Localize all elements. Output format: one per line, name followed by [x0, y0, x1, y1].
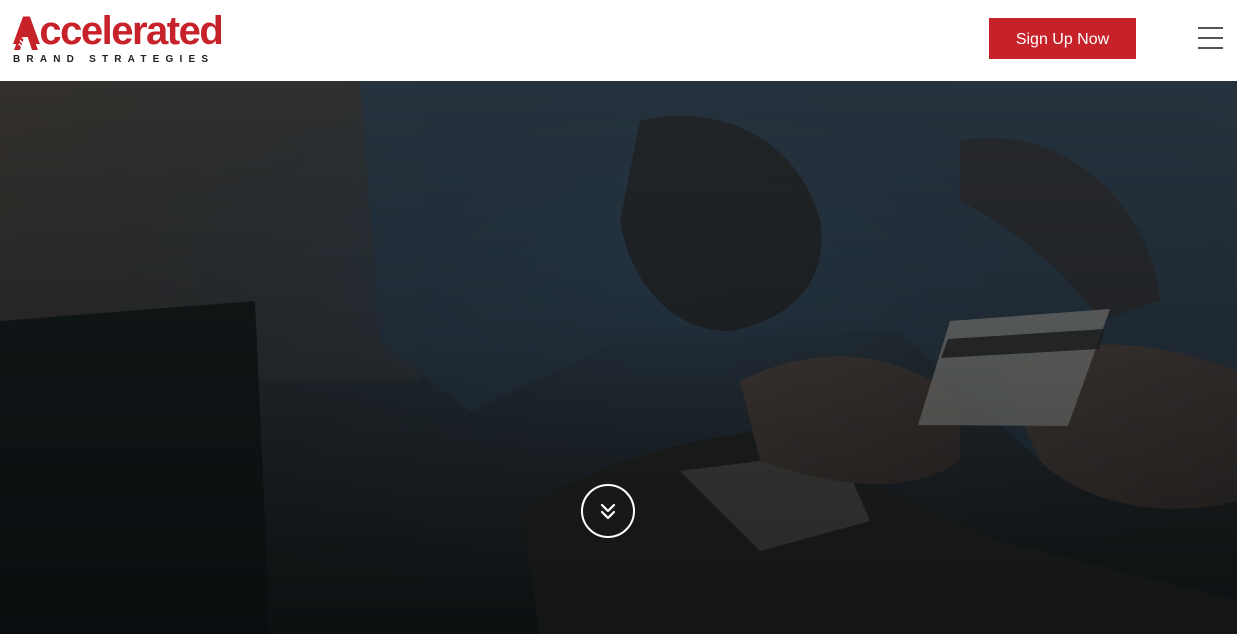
brand-logo[interactable]: Accelerated BRAND STRATEGIES: [12, 9, 242, 68]
hero-banner: [0, 81, 1237, 634]
sign-up-button[interactable]: Sign Up Now: [989, 18, 1136, 59]
hero-background-image: [0, 81, 1237, 634]
logo-wordmark: Accelerated: [12, 9, 224, 53]
scroll-down-button[interactable]: [581, 484, 635, 538]
hamburger-menu-icon[interactable]: [1196, 24, 1226, 54]
site-header: Accelerated BRAND STRATEGIES Sign Up Now: [0, 0, 1237, 81]
double-chevron-down-icon: [600, 503, 616, 520]
logo-tagline: BRAND STRATEGIES: [13, 54, 215, 65]
